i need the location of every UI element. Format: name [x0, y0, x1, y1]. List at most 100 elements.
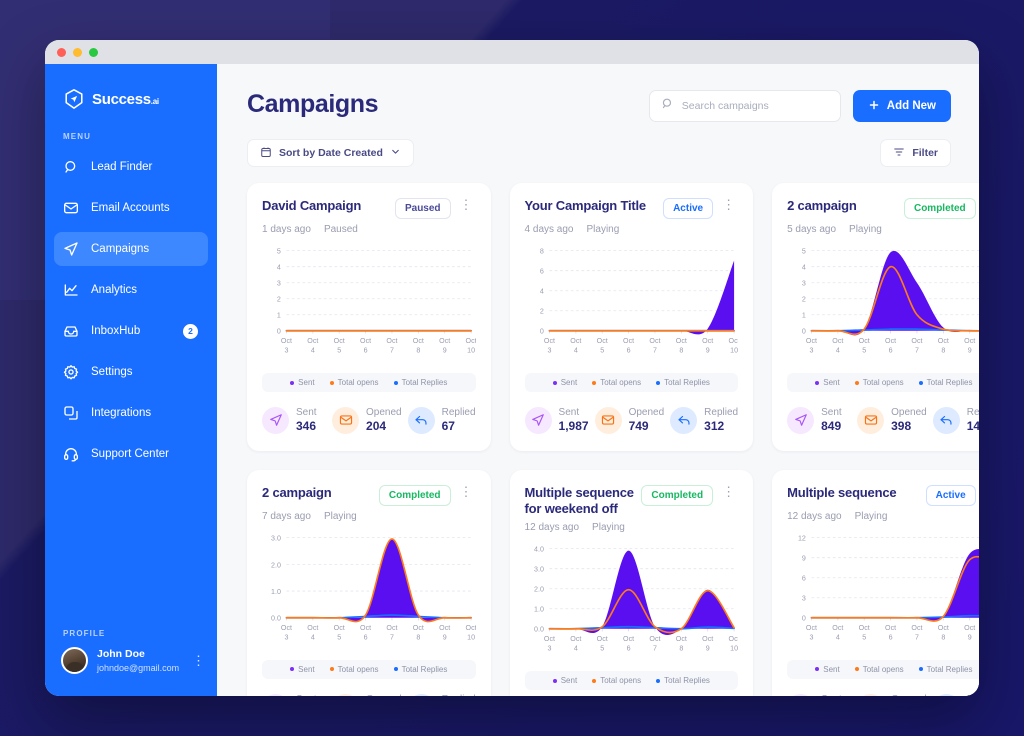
legend-sent: Sent: [815, 665, 840, 674]
status-badge[interactable]: Completed: [903, 198, 976, 219]
sort-dropdown[interactable]: Sort by Date Created: [247, 139, 414, 167]
campaign-card[interactable]: Multiple sequence for weekend off Comple…: [509, 469, 754, 696]
stat-label: Replied: [966, 407, 979, 419]
svg-text:Oct: Oct: [543, 337, 554, 345]
send-icon: [524, 406, 552, 434]
maximize-icon[interactable]: [89, 47, 98, 57]
sidebar-item-support-center[interactable]: Support Center: [54, 437, 208, 471]
svg-text:Oct: Oct: [623, 635, 634, 643]
campaign-card[interactable]: 2 campaign Completed ⋮ 7 days ago Playin…: [247, 469, 491, 696]
add-new-button[interactable]: Add New: [852, 90, 951, 122]
status-badge[interactable]: Paused: [394, 198, 451, 219]
status-badge[interactable]: Completed: [378, 484, 451, 506]
status-badge[interactable]: Active: [925, 484, 976, 506]
card-stats: Sent 1,987 Opened 749 Replied 312: [524, 406, 738, 435]
stat-value: 312: [704, 419, 725, 434]
profile-card[interactable]: John Doe johndoe@gmail.com ⋮: [45, 647, 217, 696]
svg-text:7: 7: [653, 346, 657, 354]
sidebar-item-campaigns[interactable]: Campaigns: [54, 232, 208, 266]
legend-dot-sent: [815, 380, 820, 385]
status-badge[interactable]: Completed: [641, 484, 714, 506]
svg-text:Oct: Oct: [307, 624, 318, 632]
sidebar-item-analytics[interactable]: Analytics: [54, 273, 208, 307]
card-menu-icon[interactable]: ⋮: [457, 485, 476, 498]
stat-label: Opened: [628, 407, 665, 419]
avatar: [61, 647, 88, 674]
svg-text:Oct: Oct: [360, 624, 371, 632]
envelope-icon: [332, 693, 360, 696]
campaign-age: 12 days ago: [524, 522, 580, 534]
filter-icon: [893, 146, 905, 161]
card-header: 2 campaign Completed ⋮: [262, 485, 476, 506]
campaign-card[interactable]: David Campaign Paused ⋮ 1 days ago Pause…: [247, 183, 491, 451]
reply-icon: [407, 693, 435, 696]
svg-text:3: 3: [547, 346, 551, 354]
sidebar-item-settings[interactable]: Settings: [54, 355, 208, 389]
sidebar-item-lead-finder[interactable]: Lead Finder: [54, 150, 208, 184]
filter-button[interactable]: Filter: [880, 139, 951, 167]
svg-text:7: 7: [915, 346, 919, 354]
sidebar-nav: Lead Finder Email Accounts Campaigns Ana…: [45, 150, 217, 478]
card-menu-icon[interactable]: ⋮: [719, 485, 738, 498]
stat-replied: Replied 312: [670, 406, 738, 435]
search-icon: [661, 97, 674, 115]
stat-opened: Opened 749: [594, 406, 665, 435]
campaign-card[interactable]: 2 campaign Completed ⋮ 5 days ago Playin…: [772, 183, 979, 451]
svg-text:Oct: Oct: [334, 624, 345, 632]
stat-value: 346: [296, 419, 317, 434]
send-icon: [262, 693, 289, 696]
legend-dot-opens: [854, 667, 859, 672]
card-header: Multiple sequence for weekend off Comple…: [525, 485, 739, 518]
svg-text:9: 9: [968, 633, 972, 641]
svg-text:Oct: Oct: [912, 337, 923, 345]
legend-opens: Total opens: [329, 665, 379, 674]
stat-sent: Sent 8,458: [787, 693, 851, 696]
send-icon: [787, 693, 815, 696]
sidebar-item-inboxhub[interactable]: InboxHub 2: [54, 314, 208, 348]
chart-legend: Sent Total opens Total Replies: [524, 373, 739, 393]
svg-text:8: 8: [539, 248, 543, 256]
add-new-label: Add New: [886, 100, 936, 112]
stat-label: Sent: [821, 407, 842, 419]
campaign-card[interactable]: Multiple sequence Active ⋮ 12 days ago P…: [772, 469, 979, 696]
svg-text:3: 3: [284, 633, 288, 641]
profile-name: John Doe: [97, 648, 145, 661]
search-input[interactable]: [681, 100, 829, 112]
svg-text:Oct: Oct: [334, 337, 345, 345]
close-icon[interactable]: [57, 47, 66, 57]
legend-dot-replies: [393, 667, 398, 672]
svg-text:Oct: Oct: [543, 635, 554, 643]
card-menu-icon[interactable]: ⋮: [457, 198, 476, 211]
svg-text:Oct: Oct: [964, 624, 975, 632]
minimize-icon[interactable]: [73, 47, 82, 57]
brand-logo[interactable]: Success.ai: [45, 64, 217, 110]
svg-text:8: 8: [679, 645, 683, 653]
svg-text:3.0: 3.0: [271, 534, 281, 542]
stat-sent: Sent 346: [262, 406, 326, 435]
search-box[interactable]: [648, 90, 841, 122]
stat-value: 204: [366, 419, 387, 434]
svg-text:0: 0: [802, 328, 806, 336]
chart-legend: Sent Total opens Total Replies: [524, 671, 739, 691]
legend-replies: Total Replies: [918, 665, 972, 674]
brand-suffix: .ai: [150, 96, 159, 106]
sidebar-item-integrations[interactable]: Integrations: [54, 396, 208, 430]
sidebar-item-label: Campaigns: [91, 243, 150, 255]
svg-text:4: 4: [311, 346, 315, 354]
legend-opens: Total opens: [592, 378, 641, 387]
legend-label: Sent: [560, 378, 578, 388]
legend-sent: Sent: [815, 378, 840, 387]
svg-text:2.0: 2.0: [271, 561, 281, 569]
campaign-title: 2 campaign: [787, 198, 857, 213]
card-menu-icon[interactable]: ⋮: [719, 198, 738, 211]
svg-text:Oct: Oct: [885, 624, 896, 632]
profile-menu-icon[interactable]: ⋮: [192, 654, 205, 667]
svg-text:Oct: Oct: [859, 624, 870, 632]
sidebar-item-email-accounts[interactable]: Email Accounts: [54, 191, 208, 225]
campaign-card[interactable]: Your Campaign Title Active ⋮ 4 days ago …: [509, 183, 754, 451]
status-badge[interactable]: Active: [663, 198, 714, 219]
svg-text:0: 0: [277, 328, 281, 336]
campaign-state: Paused: [323, 224, 358, 235]
svg-text:Oct: Oct: [728, 337, 738, 345]
svg-text:4: 4: [836, 633, 840, 641]
